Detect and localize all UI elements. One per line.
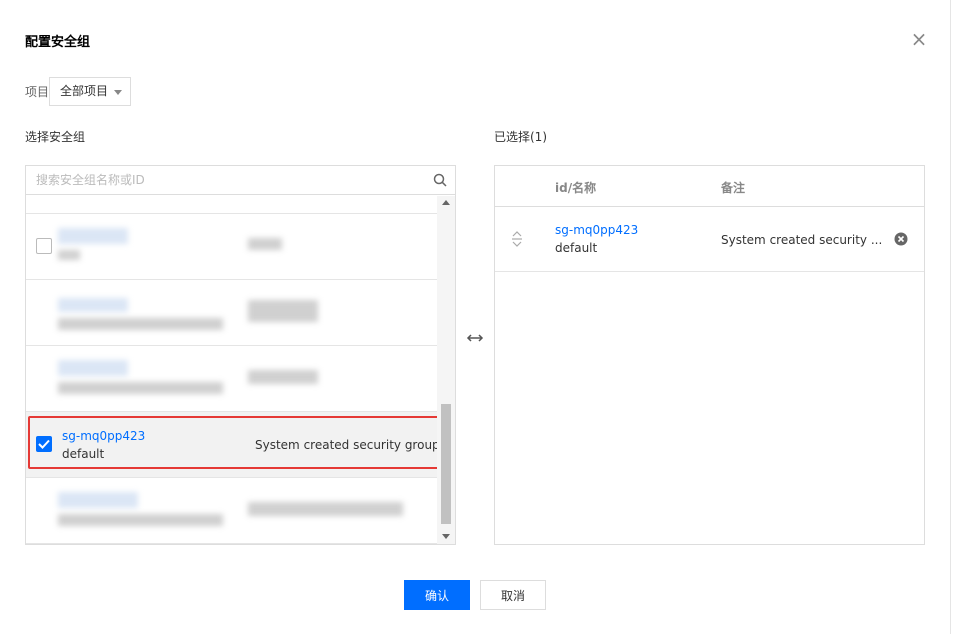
scroll-thumb[interactable] — [441, 404, 451, 524]
list-item[interactable] — [26, 214, 437, 280]
selected-name: default — [555, 241, 598, 255]
selected-row-checkbox[interactable] — [36, 436, 52, 452]
search-icon[interactable] — [433, 173, 447, 187]
list-scrollbar[interactable] — [437, 196, 455, 544]
close-icon[interactable]: × — [908, 29, 930, 51]
selected-id[interactable]: sg-mq0pp423 — [555, 223, 638, 237]
right-section-title: 已选择(1) — [494, 130, 547, 144]
check-icon — [38, 439, 50, 449]
list-item[interactable] — [26, 478, 437, 544]
row-checkbox[interactable] — [36, 238, 52, 254]
blurred-name — [58, 514, 223, 526]
blurred-id — [58, 228, 128, 244]
left-section-title: 选择安全组 — [25, 130, 86, 144]
blurred-id — [58, 360, 128, 376]
selected-row-note: System created security group — [255, 438, 440, 452]
scroll-up-icon[interactable] — [442, 200, 450, 205]
available-list-panel: sg-mq0pp423 default System created secur… — [25, 165, 456, 545]
remove-icon[interactable] — [894, 232, 908, 246]
blurred-note — [248, 300, 318, 322]
list-item[interactable] — [26, 346, 437, 412]
blurred-id — [58, 492, 138, 508]
selected-note: System created security ... — [721, 233, 883, 247]
selected-list-panel: id/名称 备注 sg-mq0pp423 default System crea… — [494, 165, 925, 545]
list-item[interactable] — [26, 280, 437, 346]
col-note-header: 备注 — [721, 181, 746, 195]
project-label: 项目 — [25, 85, 50, 99]
confirm-button[interactable]: 确认 — [404, 580, 470, 610]
blurred-note — [248, 502, 403, 516]
cancel-button[interactable]: 取消 — [480, 580, 546, 610]
scroll-down-icon[interactable] — [442, 534, 450, 539]
list-item[interactable] — [26, 196, 437, 214]
blurred-name — [58, 382, 223, 394]
blurred-name — [58, 318, 223, 330]
selected-row-name: default — [62, 447, 105, 461]
dialog-title: 配置安全组 — [25, 35, 91, 50]
blurred-id — [58, 298, 128, 312]
blurred-note — [248, 238, 282, 250]
selected-table-header: id/名称 备注 — [495, 166, 924, 207]
security-group-list — [26, 196, 437, 544]
transfer-arrows-icon — [466, 334, 484, 342]
col-id-header: id/名称 — [555, 181, 597, 195]
project-select-value: 全部项目 — [60, 84, 109, 98]
selected-table-row: sg-mq0pp423 default System created secur… — [495, 207, 924, 272]
background-page-edge — [950, 0, 957, 634]
blurred-note — [248, 370, 318, 384]
search-input[interactable] — [26, 166, 455, 195]
drag-handle-icon[interactable] — [510, 230, 524, 248]
chevron-down-icon — [114, 90, 122, 95]
project-select[interactable]: 全部项目 — [49, 77, 131, 106]
selected-row-id[interactable]: sg-mq0pp423 — [62, 429, 145, 443]
blurred-name — [58, 250, 80, 260]
security-group-dialog: 配置安全组 × 项目 全部项目 选择安全组 已选择(1) 搜索安全组名称或ID … — [0, 0, 950, 634]
